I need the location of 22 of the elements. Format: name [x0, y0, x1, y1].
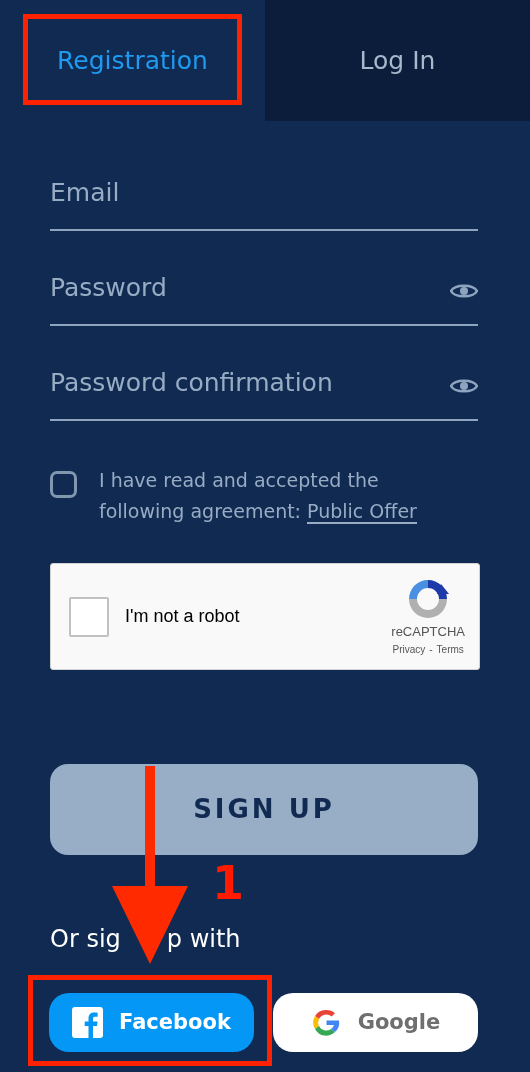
social-heading: Or sig [50, 924, 121, 955]
tab[interactable]: Log In [265, 0, 530, 121]
separator-text: - [429, 642, 433, 657]
captcha-label: I'm not a robot [125, 605, 241, 628]
step-number: 1 [212, 860, 244, 906]
agreement-text: I have read and accepted the following agreement: Public Offer [99, 468, 418, 526]
offer-link[interactable]: Public Offer [307, 500, 417, 524]
sign-up-button[interactable]: SIGN UP [50, 764, 478, 855]
captcha-brand: reCAPTCHA [391, 623, 465, 642]
privacy-link[interactable]: Privacy [392, 641, 426, 657]
input-field[interactable]: Password confirmation [50, 363, 450, 401]
input-field[interactable]: Password [50, 268, 450, 306]
social-heading: p with [166, 924, 241, 955]
google-button[interactable]: Google [273, 993, 478, 1052]
checkbox[interactable] [50, 471, 77, 498]
facebook-icon [72, 1007, 104, 1038]
eye-icon[interactable] [450, 377, 478, 395]
google-icon [310, 1007, 342, 1038]
input-field[interactable]: Email [50, 173, 478, 211]
terms-link[interactable]: Terms [436, 641, 464, 657]
eye-icon[interactable] [450, 282, 478, 300]
captcha-checkbox[interactable] [69, 596, 109, 637]
